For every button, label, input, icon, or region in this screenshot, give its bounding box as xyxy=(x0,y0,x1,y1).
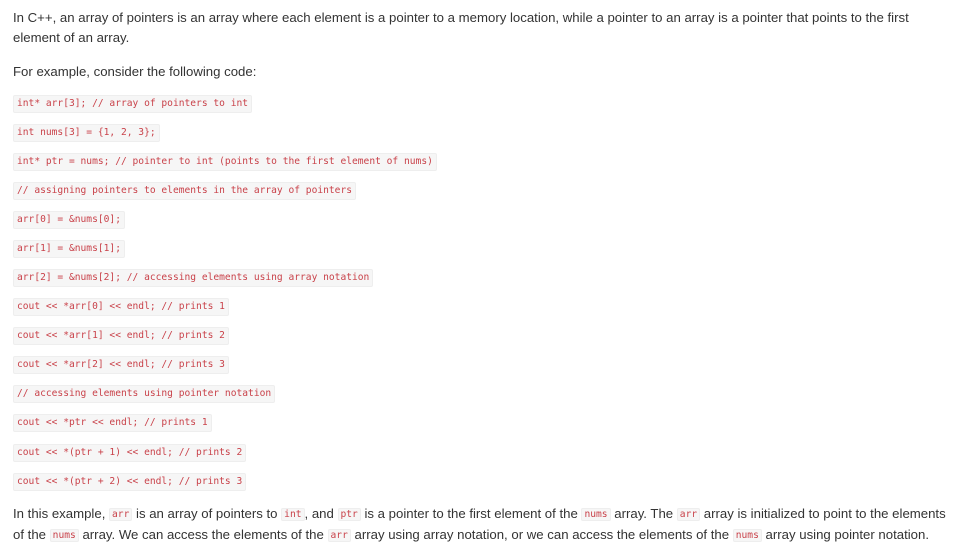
intro-paragraph: In C++, an array of pointers is an array… xyxy=(13,10,909,45)
summary-text: array using array notation, or we can ac… xyxy=(350,527,733,542)
code-line: cout << *ptr << endl; // prints 1 xyxy=(13,414,212,432)
inline-code: nums xyxy=(49,529,79,542)
code-line: int nums[3] = {1, 2, 3}; xyxy=(13,124,160,142)
inline-code: nums xyxy=(581,508,611,521)
code-line: cout << *(ptr + 2) << endl; // prints 3 xyxy=(13,473,247,491)
inline-code: nums xyxy=(732,529,762,542)
code-line: // accessing elements using pointer nota… xyxy=(13,385,276,403)
code-line: cout << *(ptr + 1) << endl; // prints 2 xyxy=(13,444,247,462)
summary-text: array. We can access the elements of the xyxy=(78,527,328,542)
code-line: int* arr[3]; // array of pointers to int xyxy=(13,95,253,113)
inline-code: arr xyxy=(676,508,701,521)
summary-text: In this example, xyxy=(13,506,110,521)
summary-text: array using pointer notation. xyxy=(761,527,930,542)
example-lead-text: For example, consider the following code… xyxy=(13,64,257,79)
inline-code: arr xyxy=(109,508,133,521)
inline-code: ptr xyxy=(337,508,361,521)
summary-text: is an array of pointers to xyxy=(132,506,282,521)
code-line: int* ptr = nums; // pointer to int (poin… xyxy=(13,153,437,171)
code-line: cout << *arr[1] << endl; // prints 2 xyxy=(13,327,229,345)
code-line: cout << *arr[0] << endl; // prints 1 xyxy=(13,298,229,316)
summary-text: , and xyxy=(304,506,338,521)
inline-code: arr xyxy=(327,529,351,542)
code-line: arr[0] = &nums[0]; xyxy=(13,211,125,229)
code-line: cout << *arr[2] << endl; // prints 3 xyxy=(13,356,229,374)
summary-text: is a pointer to the first element of the xyxy=(360,506,582,521)
summary-text: array. The xyxy=(610,506,677,521)
code-line: // assigning pointers to elements in the… xyxy=(13,182,357,200)
inline-code: int xyxy=(281,508,305,521)
code-line: arr[1] = &nums[1]; xyxy=(13,240,125,258)
code-line: arr[2] = &nums[2]; // accessing elements… xyxy=(13,269,374,287)
summary-paragraph: In this example, arr is an array of poin… xyxy=(13,504,953,546)
